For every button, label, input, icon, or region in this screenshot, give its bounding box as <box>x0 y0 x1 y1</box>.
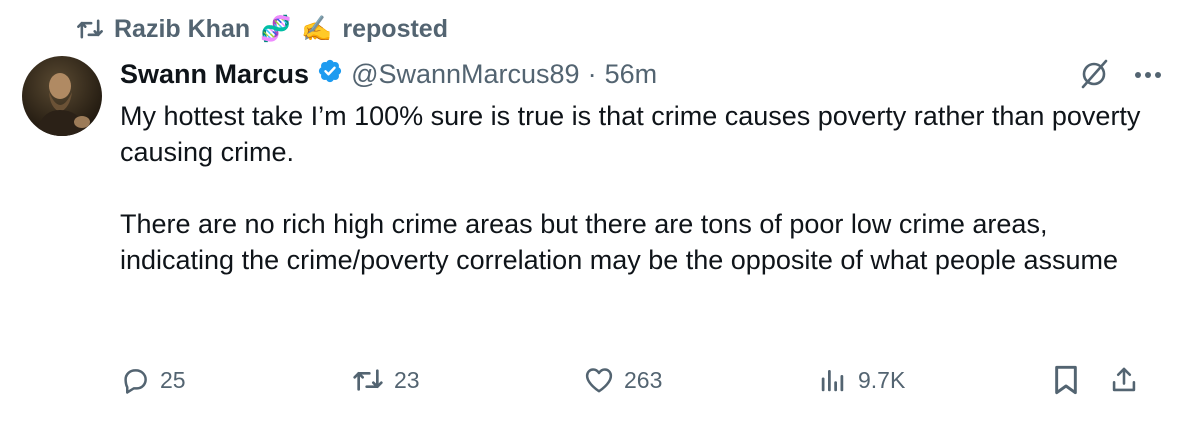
repost-icon <box>352 367 384 393</box>
author-handle[interactable]: @SwannMarcus89 <box>351 59 580 90</box>
analytics-icon <box>818 365 848 395</box>
share-button[interactable] <box>1110 362 1138 398</box>
author-name[interactable]: Swann Marcus <box>120 59 309 90</box>
header-separator: · <box>587 58 597 89</box>
tweet-text: My hottest take I’m 100% sure is true is… <box>120 98 1150 278</box>
share-icon <box>1110 365 1138 395</box>
repost-count: 23 <box>394 366 420 393</box>
grok-icon[interactable] <box>1077 57 1111 96</box>
view-count: 9.7K <box>858 366 906 393</box>
reply-button[interactable]: 25 <box>120 362 186 398</box>
dna-emoji: 🧬 <box>260 14 292 43</box>
avatar[interactable] <box>22 56 102 136</box>
repost-user-name[interactable]: Razib Khan <box>114 15 250 44</box>
repost-icon <box>76 18 104 40</box>
writing-hand-emoji: ✍️ <box>301 14 333 43</box>
reply-icon <box>120 365 150 395</box>
tweet-paragraph: There are no rich high crime areas but t… <box>120 209 1119 275</box>
tweet-timestamp[interactable]: 56m <box>605 59 658 90</box>
more-options-icon[interactable] <box>1133 67 1163 85</box>
bookmark-button[interactable] <box>1052 362 1080 398</box>
like-button[interactable]: 263 <box>584 362 662 398</box>
repost-indicator: Razib Khan 🧬 ✍️ reposted <box>76 12 448 46</box>
bookmark-icon <box>1052 364 1080 396</box>
tweet-paragraph: My hottest take I’m 100% sure is true is… <box>120 101 1141 167</box>
repost-button[interactable]: 23 <box>352 362 420 398</box>
reply-count: 25 <box>160 366 186 393</box>
heart-icon <box>584 366 614 394</box>
repost-label: reposted <box>342 14 448 43</box>
tweet-top-actions <box>1077 56 1163 96</box>
views-button[interactable]: 9.7K <box>818 362 905 398</box>
tweet-header: Swann Marcus @SwannMarcus89 · 56m <box>120 54 657 94</box>
like-count: 263 <box>624 366 663 393</box>
verified-badge-icon <box>317 58 343 91</box>
tweet-action-bar: 25 23 263 9.7K <box>120 362 1165 398</box>
